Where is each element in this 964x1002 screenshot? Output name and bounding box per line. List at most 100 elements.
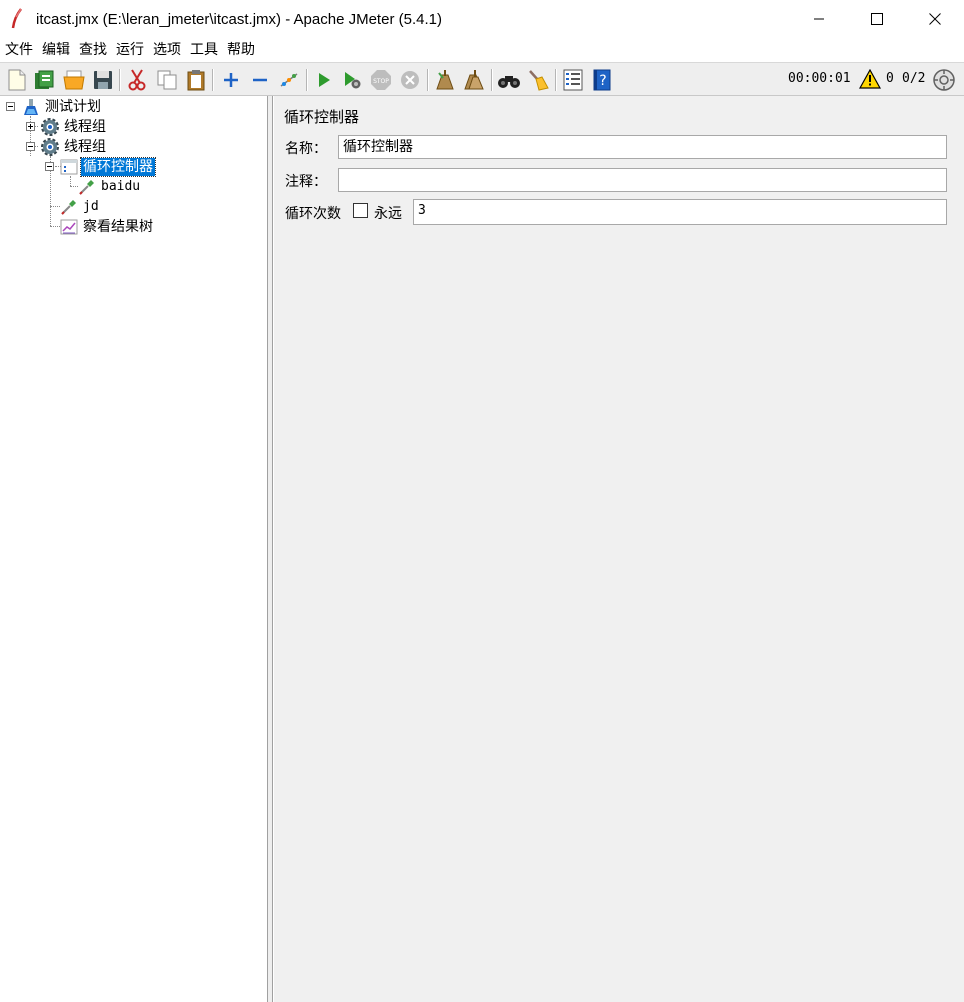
paste-button[interactable] [184, 68, 208, 92]
tree-node-jd[interactable]: jd [60, 197, 101, 217]
menu-help[interactable]: 帮助 [222, 38, 259, 62]
tree-node-thread-group-2[interactable]: 线程组 [41, 137, 108, 157]
thread-group-gear-icon [41, 138, 59, 156]
cut-icon [128, 69, 146, 91]
name-field[interactable]: 循环控制器 [338, 135, 947, 159]
warning-icon[interactable] [858, 68, 882, 89]
menu-edit[interactable]: 编辑 [37, 38, 74, 62]
forever-checkbox[interactable] [353, 203, 368, 218]
start-no-pause-icon [345, 72, 361, 89]
stop-icon: STOP [371, 70, 391, 90]
thread-group-gear-icon [41, 118, 59, 136]
window-title: itcast.jmx (E:\leran_jmeter\itcast.jmx) … [36, 10, 442, 28]
test-plan-tree: 测试计划 线程组 线程组 循环控制器 baidu jd 察看结果树 [0, 96, 268, 1002]
collapse-icon [253, 78, 267, 82]
clear-all-button[interactable] [462, 68, 486, 92]
tree-node-thread-group-1[interactable]: 线程组 [41, 117, 108, 137]
comment-label: 注释： [285, 174, 327, 190]
maximize-button[interactable] [848, 0, 906, 38]
search-button[interactable] [497, 68, 521, 92]
jmeter-feather-icon [10, 7, 30, 31]
tree-node-test-plan[interactable]: 测试计划 [22, 97, 103, 117]
toggle-icon [280, 73, 298, 87]
start-icon [319, 73, 330, 87]
tree-node-baidu[interactable]: baidu [78, 177, 142, 197]
close-button[interactable] [906, 0, 964, 38]
menu-options[interactable]: 选项 [148, 38, 185, 62]
expand-icon [224, 73, 238, 87]
help-icon: ? [593, 69, 611, 91]
tree-node-label: jd [83, 199, 99, 214]
name-label: 名称： [285, 141, 327, 157]
close-icon [929, 13, 941, 25]
loop-count-field[interactable]: 3 [413, 199, 947, 225]
svg-text:?: ? [599, 73, 606, 89]
tree-node-label: 线程组 [64, 119, 106, 135]
help-button[interactable]: ? [590, 68, 614, 92]
new-button[interactable] [5, 68, 29, 92]
loop-controller-editor: 循环控制器 名称： 循环控制器 注释： 循环次数 永远 3 [274, 96, 964, 1002]
menu-bar: 文件 编辑 查找 运行 选项 工具 帮助 [0, 38, 964, 62]
panel-splitter[interactable] [268, 96, 273, 1002]
elapsed-time: 00:00:01 [788, 71, 851, 86]
menu-search[interactable]: 查找 [74, 38, 111, 62]
minimize-icon [814, 18, 824, 20]
panel-title: 循环控制器 [284, 108, 360, 126]
comment-field[interactable] [338, 168, 947, 192]
test-plan-icon [22, 98, 40, 116]
warning-count: 0 [886, 71, 894, 86]
collapse-test-plan-toggle[interactable] [6, 102, 15, 111]
function-helper-button[interactable] [561, 68, 585, 92]
templates-button[interactable] [32, 68, 56, 92]
loop-count-label: 循环次数 [285, 206, 341, 222]
expand-thread-group-toggle[interactable] [26, 122, 35, 131]
new-icon [8, 69, 26, 91]
shutdown-button[interactable] [398, 68, 422, 92]
tree-node-label: baidu [101, 179, 141, 194]
menu-file[interactable]: 文件 [0, 38, 37, 62]
menu-tools[interactable]: 工具 [185, 38, 222, 62]
clear-button[interactable] [433, 68, 457, 92]
broom-icon [529, 70, 549, 91]
tree-node-label: 测试计划 [45, 99, 101, 115]
collapse-all-button[interactable] [248, 68, 272, 92]
forever-label: 永远 [374, 206, 402, 222]
remote-engines-icon[interactable] [932, 68, 956, 92]
tree-node-loop-controller[interactable]: 循环控制器 [60, 157, 156, 177]
save-icon [94, 71, 112, 89]
start-no-pauses-button[interactable] [340, 68, 364, 92]
start-button[interactable] [312, 68, 336, 92]
clear-icon [436, 70, 454, 90]
copy-button[interactable] [155, 68, 179, 92]
open-button[interactable] [62, 68, 86, 92]
svg-text:STOP: STOP [373, 78, 389, 85]
shutdown-icon [401, 71, 419, 89]
active-threads: 0/2 [902, 71, 926, 86]
tree-node-view-results-tree[interactable]: 察看结果树 [60, 217, 155, 237]
binoculars-search-icon [498, 76, 520, 88]
minimize-button[interactable] [790, 0, 848, 38]
reset-search-button[interactable] [526, 68, 550, 92]
sampler-pipette-icon [78, 178, 96, 196]
toolbar: STOP ? 00:00:01 0 0/2 [0, 62, 964, 96]
menu-run[interactable]: 运行 [111, 38, 148, 62]
open-icon [63, 70, 85, 90]
paste-icon [187, 70, 205, 91]
loop-controller-icon [60, 158, 78, 176]
expand-all-button[interactable] [219, 68, 243, 92]
tree-node-label: 循环控制器 [80, 157, 156, 177]
tree-node-label: 察看结果树 [83, 219, 153, 235]
save-button[interactable] [91, 68, 115, 92]
toggle-button[interactable] [277, 68, 301, 92]
stop-button[interactable]: STOP [369, 68, 393, 92]
templates-icon [35, 70, 54, 89]
title-bar: itcast.jmx (E:\leran_jmeter\itcast.jmx) … [0, 0, 964, 38]
cut-button[interactable] [125, 68, 149, 92]
collapse-loop-controller-toggle[interactable] [45, 162, 54, 171]
copy-icon [157, 70, 177, 90]
function-helper-icon [563, 69, 583, 91]
tree-node-label: 线程组 [64, 139, 106, 155]
collapse-thread-group-toggle[interactable] [26, 142, 35, 151]
maximize-icon [871, 13, 883, 25]
jmeter-window: itcast.jmx (E:\leran_jmeter\itcast.jmx) … [0, 0, 964, 1002]
